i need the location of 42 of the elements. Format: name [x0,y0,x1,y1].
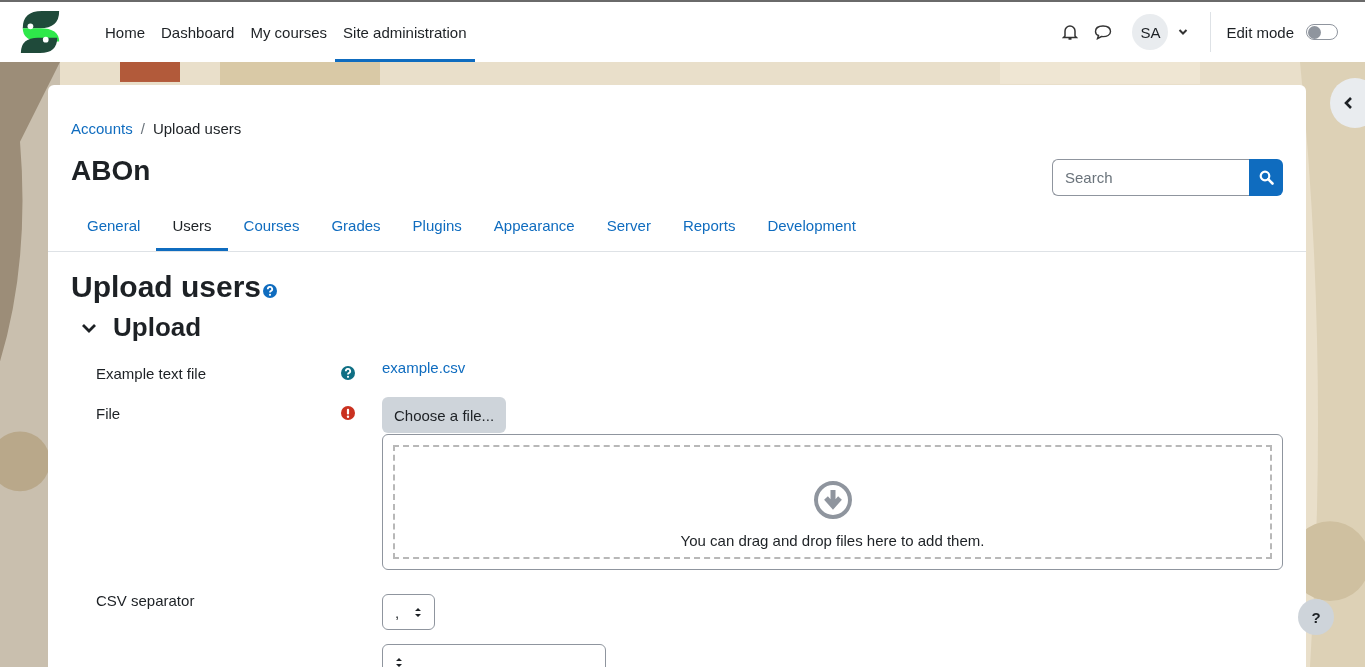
nav-link[interactable]: Dashboard [153,2,243,62]
search-field[interactable]: Search [1052,159,1249,196]
drop-hint: You can drag and drop files here to add them. [680,532,985,549]
sort-caret-icon [395,656,403,667]
file-link[interactable]: example.csv [382,357,466,376]
sort-caret-icon [414,606,422,618]
choose-file-button[interactable]: Choose a file... [382,397,507,433]
select-field[interactable]: , [382,594,435,630]
site-title: ABOn [71,154,151,187]
admin-tab[interactable]: Plugins [396,200,478,251]
section-title[interactable]: Upload [113,312,202,343]
required-icon [341,406,355,420]
admin-tab[interactable]: Courses [227,200,316,251]
admin-tab[interactable]: Server [590,200,667,251]
field-label: File [96,405,121,422]
admin-tab[interactable]: Reports [666,200,752,251]
help-icon[interactable] [263,284,278,298]
field-label: Example text file [96,365,207,382]
chat-icon[interactable] [1094,24,1113,40]
nav-link[interactable]: Home [97,2,153,62]
nav-link[interactable]: My courses [242,2,336,62]
caret-icon[interactable] [1178,28,1189,36]
search-icon [1258,170,1274,185]
admin-tab[interactable]: Development [751,200,872,251]
edit-mode-label: Edit mode [1226,23,1294,41]
admin-tab[interactable]: Users [156,200,228,251]
admin-tab[interactable]: Appearance [477,200,591,251]
chevron-left-icon [1343,96,1353,110]
user-avatar[interactable]: SA [1132,14,1169,50]
page-heading: Upload users [71,270,262,304]
field-label: CSV separator [96,592,195,609]
breadcrumb-separator: / [140,120,145,137]
download-icon [812,480,853,520]
chevron-icon[interactable] [81,321,97,334]
bell-icon[interactable] [1062,23,1079,41]
help-icon[interactable] [341,366,355,380]
breadcrumb-current: Upload users [152,120,242,137]
admin-tab[interactable]: Grades [315,200,397,251]
search-button[interactable] [1249,159,1283,196]
admin-tab[interactable]: General [71,200,157,251]
breadcrumb-link[interactable]: Accounts [71,120,133,137]
file-drop-area[interactable]: You can drag and drop files here to add them. [382,434,1283,570]
